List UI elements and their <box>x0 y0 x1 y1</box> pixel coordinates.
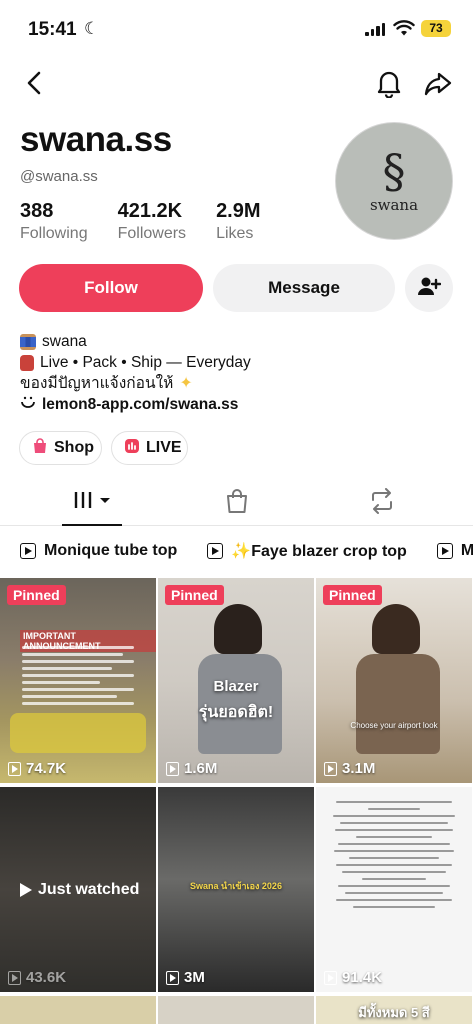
likes-count: 2.9M <box>216 200 261 222</box>
profile-stats: 388 Following 421.2K Followers 2.9M Like… <box>20 200 291 243</box>
bio-line-2: Live • Pack • Ship — Everyday <box>40 354 251 371</box>
top-nav <box>0 64 473 104</box>
status-bar: 15:41 ☾ 73 <box>0 0 473 58</box>
stat-followers[interactable]: 421.2K Followers <box>118 200 186 243</box>
thread-spool-icon <box>20 333 36 350</box>
view-count: 43.6K <box>8 969 66 986</box>
backpack-icon <box>20 354 34 371</box>
bio-line-3: ของมีปัญหาแจ้งก่อนให้ <box>20 375 174 392</box>
play-icon <box>324 761 337 776</box>
play-icon <box>166 970 179 985</box>
shopping-bag-icon <box>32 437 48 459</box>
share-arrow-icon[interactable] <box>423 70 453 103</box>
link-icon <box>20 394 36 415</box>
sparkle-star-icon: ✦ <box>179 375 193 392</box>
video-caption: Choose your airport look <box>350 721 438 730</box>
live-icon <box>124 438 140 459</box>
profile-bio: swana Live • Pack • Ship — Everyday ของม… <box>20 331 251 415</box>
status-time: 15:41 <box>28 19 77 40</box>
add-friend-button[interactable] <box>405 264 453 312</box>
video-grid: IMPORTANT ANNOUNCEMENT Pinned 74.7K Blaz… <box>0 578 473 1024</box>
video-thumbnail[interactable]: 91.4K <box>316 787 472 992</box>
video-thumbnail[interactable]: Swana นำเข้าเอง 2026 3M <box>158 787 314 992</box>
video-caption-2: รุ่นยอดฮิต! <box>198 704 274 721</box>
bio-link[interactable]: lemon8-app.com/swana.ss <box>42 394 238 415</box>
video-thumbnail[interactable] <box>158 996 314 1024</box>
playlist-icon <box>436 543 453 559</box>
avatar-logo-text: swana <box>369 196 419 214</box>
back-arrow-icon[interactable] <box>22 70 46 101</box>
play-icon <box>8 761 21 776</box>
video-thumbnail[interactable]: Blazer รุ่นยอดฮิต! Pinned 1.6M <box>158 578 314 783</box>
playlist-chip[interactable]: M <box>436 536 473 566</box>
playlist-icon <box>207 543 224 559</box>
stat-following[interactable]: 388 Following <box>20 200 88 243</box>
stat-likes[interactable]: 2.9M Likes <box>216 200 260 243</box>
avatar-monogram: § <box>382 144 406 198</box>
just-watched-overlay: Just watched <box>20 881 139 899</box>
play-triangle-icon <box>20 883 32 897</box>
add-user-icon <box>417 276 442 301</box>
avatar[interactable]: § swana <box>335 122 453 240</box>
profile-username: swana.ss <box>20 120 172 159</box>
video-thumbnail[interactable]: IMPORTANT ANNOUNCEMENT Pinned 74.7K <box>0 578 156 783</box>
thumbnail-image <box>356 604 440 778</box>
live-button[interactable]: LIVE <box>111 431 188 465</box>
video-caption: Swana นำเข้าเอง 2026 <box>190 881 282 891</box>
playlist-label: Monique tube top <box>44 542 178 559</box>
playlist-chip[interactable]: ✨Faye blazer crop top <box>207 536 407 566</box>
signal-icon <box>365 22 385 36</box>
playlists-row: Monique tube top ✨Faye blazer crop top M <box>20 536 473 566</box>
view-count: 3M <box>166 969 205 986</box>
wifi-icon <box>393 19 415 42</box>
follow-button[interactable]: Follow <box>19 264 203 312</box>
tab-videos[interactable] <box>73 488 113 517</box>
pinned-badge: Pinned <box>165 585 224 605</box>
video-caption: Blazer <box>213 678 259 695</box>
tab-reposts[interactable] <box>368 488 396 519</box>
message-button[interactable]: Message <box>213 264 395 312</box>
profile-handle: @swana.ss <box>20 168 98 185</box>
playlist-label: ✨Faye blazer crop top <box>231 543 407 560</box>
play-icon <box>166 761 179 776</box>
video-thumbnail[interactable]: มีทั้งหมด 5 สี <box>316 996 472 1024</box>
video-thumbnail[interactable]: Choose your airport look Pinned 3.1M <box>316 578 472 783</box>
view-count: 3.1M <box>324 760 375 777</box>
thumbnail-image <box>330 801 458 913</box>
following-count: 388 <box>20 200 54 222</box>
video-thumbnail[interactable] <box>0 996 156 1024</box>
bell-icon[interactable] <box>375 68 403 103</box>
view-count: 1.6M <box>166 760 217 777</box>
followers-label: Followers <box>117 225 187 242</box>
playlist-chip[interactable]: Monique tube top <box>20 536 177 566</box>
shop-label: Shop <box>54 439 94 456</box>
active-tab-indicator <box>62 524 122 526</box>
play-icon <box>8 970 21 985</box>
pinned-badge: Pinned <box>7 585 66 605</box>
playlist-label: M <box>460 542 473 559</box>
thumbnail-image <box>10 713 146 753</box>
tab-shop[interactable] <box>225 488 249 519</box>
following-label: Following <box>20 225 88 242</box>
bio-line-1: swana <box>42 333 87 350</box>
pinned-badge: Pinned <box>323 585 382 605</box>
play-icon <box>324 970 337 985</box>
video-caption: มีทั้งหมด 5 สี <box>358 1005 430 1020</box>
playlist-icon <box>20 543 36 559</box>
view-count: 91.4K <box>324 969 382 986</box>
live-label: LIVE <box>146 439 182 456</box>
content-tabs <box>0 480 473 526</box>
moon-icon: ☾ <box>84 19 100 38</box>
followers-count: 421.2K <box>117 200 183 222</box>
battery-indicator: 73 <box>421 20 451 37</box>
likes-label: Likes <box>216 225 254 242</box>
shop-button[interactable]: Shop <box>19 431 102 465</box>
view-count: 74.7K <box>8 760 66 777</box>
video-thumbnail[interactable]: Just watched 43.6K <box>0 787 156 992</box>
